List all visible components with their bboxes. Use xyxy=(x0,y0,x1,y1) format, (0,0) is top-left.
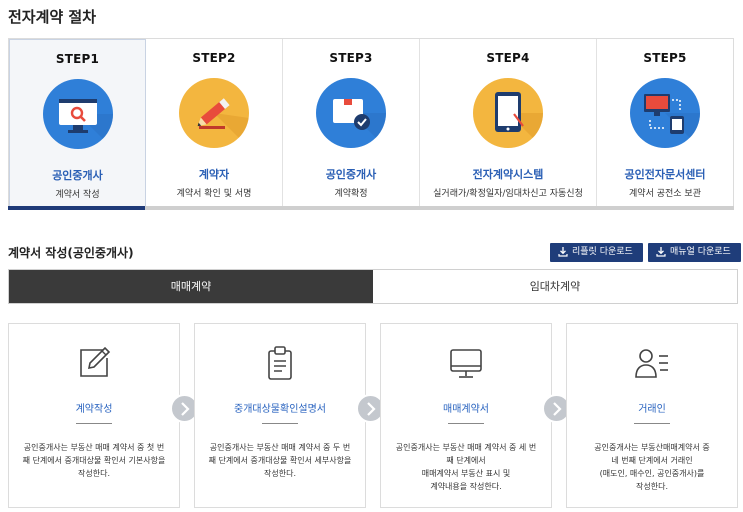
step-4[interactable]: STEP4 전자계약시스템 실거래가/확정일자/임대차신고 자동신청 xyxy=(420,39,597,210)
chevron-right-icon xyxy=(367,402,376,416)
step-number: STEP5 xyxy=(643,51,687,65)
card-desc-line: 째 단계에서 xyxy=(446,456,486,465)
document-check-icon xyxy=(316,78,386,148)
card-desc: 공인중개사는 부동산 매매 계약서 중 두 번 째 단계에서 중개대상물 확인서… xyxy=(202,441,358,480)
step-role: 전자계약시스템 xyxy=(472,168,544,181)
card-property-explanation: 중개대상물확인설명서 공인중개사는 부동산 매매 계약서 중 두 번 째 단계에… xyxy=(194,323,366,508)
monitor-search-icon xyxy=(42,79,113,149)
step-desc: 계약확정 xyxy=(334,189,368,199)
chevron-right-icon xyxy=(553,402,562,416)
page-title: 전자계약 절차 xyxy=(8,8,97,26)
card-desc-line: 째 단계에서 중개대상물 확인서 기본사항을 xyxy=(22,456,166,465)
step-process: STEP1 공인중개사 계약서 작성 STEP2 계약자 계약서 확인 및 서명… xyxy=(8,38,734,210)
pencil-sign-icon xyxy=(179,78,249,148)
card-desc-line: 공인중개사는 부동산 매매 계약서 중 세 번 xyxy=(395,443,537,452)
card-desc-line: 네 번째 단계에서 거래인 xyxy=(611,456,693,465)
leaflet-download-label: 리플릿 다운로드 xyxy=(572,247,633,257)
card-desc-line: 째 단계에서 중개대상물 확인서 세부사항을 xyxy=(208,456,352,465)
card-divider xyxy=(448,423,484,424)
manual-download-button[interactable]: 매뉴얼 다운로드 xyxy=(648,243,741,262)
tab-sale-contract[interactable]: 매매계약 xyxy=(9,270,373,303)
card-parties: 거래인 공인중개사는 부동산매매계약서 중 네 번째 단계에서 거래인 (매도인… xyxy=(566,323,738,508)
card-desc-line: 계약내용을 작성한다. xyxy=(430,482,502,491)
card-title: 거래인 xyxy=(638,404,666,415)
card-divider xyxy=(262,423,298,424)
card-contract-writing: 계약작성 공인중개사는 부동산 매매 계약서 중 첫 번 째 단계에서 중개대상… xyxy=(8,323,180,508)
step-3[interactable]: STEP3 공인중개사 계약확정 xyxy=(283,39,420,210)
card-desc-line: 작성한다. xyxy=(636,482,668,491)
card-desc-line: (매도인, 매수인, 공인중개사)를 xyxy=(599,469,705,478)
download-icon xyxy=(656,247,666,257)
card-desc: 공인중개사는 부동산 매매 계약서 중 세 번 째 단계에서 매매계약서 부동산… xyxy=(388,441,544,493)
chevron-right-icon xyxy=(181,402,190,416)
download-icon xyxy=(558,247,568,257)
step-desc: 계약서 확인 및 서명 xyxy=(176,189,252,199)
step-number: STEP2 xyxy=(192,51,236,65)
step-role: 공인전자문서센터 xyxy=(624,168,706,181)
card-desc-line: 공인중개사는 부동산 매매 계약서 중 첫 번 xyxy=(23,443,165,452)
desktop-icon xyxy=(447,344,485,382)
step-role: 공인중개사 xyxy=(52,169,103,182)
card-desc: 공인중개사는 부동산매매계약서 중 네 번째 단계에서 거래인 (매도인, 매수… xyxy=(574,441,730,493)
step-2[interactable]: STEP2 계약자 계약서 확인 및 서명 xyxy=(146,39,283,210)
card-divider xyxy=(634,423,670,424)
step-number: STEP4 xyxy=(486,51,530,65)
card-desc: 공인중개사는 부동산 매매 계약서 중 첫 번 째 단계에서 중개대상물 확인서… xyxy=(16,441,172,480)
devices-sync-icon xyxy=(630,78,700,148)
step-desc: 계약서 작성 xyxy=(55,190,100,200)
card-title: 매매계약서 xyxy=(443,404,489,415)
manual-download-label: 매뉴얼 다운로드 xyxy=(670,247,731,257)
card-desc-line: 공인중개사는 부동산 매매 계약서 중 두 번 xyxy=(209,443,351,452)
leaflet-download-button[interactable]: 리플릿 다운로드 xyxy=(550,243,643,262)
step-number: STEP3 xyxy=(329,51,373,65)
step-desc: 실거래가/확정일자/임대차신고 자동신청 xyxy=(433,189,583,199)
step-progress-active xyxy=(8,206,145,210)
card-title: 중개대상물확인설명서 xyxy=(234,404,326,415)
tablet-icon xyxy=(473,78,543,148)
step-5[interactable]: STEP5 공인전자문서센터 계약서 공전소 보관 xyxy=(597,39,733,210)
contract-type-tabs: 매매계약 임대차계약 xyxy=(8,269,738,304)
card-desc-line: 매매계약서 부동산 표시 및 xyxy=(421,469,511,478)
card-desc-line: 작성한다. xyxy=(264,469,296,478)
tab-lease-contract[interactable]: 임대차계약 xyxy=(373,270,737,303)
step-desc: 계약서 공전소 보관 xyxy=(629,189,701,199)
step-1[interactable]: STEP1 공인중개사 계약서 작성 xyxy=(9,39,146,210)
edit-icon xyxy=(75,344,113,382)
person-list-icon xyxy=(633,344,671,382)
card-desc-line: 작성한다. xyxy=(78,469,110,478)
step-role: 공인중개사 xyxy=(325,168,377,181)
section-title: 계약서 작성(공인중개사) xyxy=(8,246,134,260)
card-desc-line: 공인중개사는 부동산매매계약서 중 xyxy=(594,443,710,452)
card-sale-contract: 매매계약서 공인중개사는 부동산 매매 계약서 중 세 번 째 단계에서 매매계… xyxy=(380,323,552,508)
step-progress-bar xyxy=(8,206,734,210)
step-number: STEP1 xyxy=(55,52,100,66)
card-title: 계약작성 xyxy=(75,404,113,415)
card-divider xyxy=(76,423,112,424)
clipboard-icon xyxy=(261,344,299,382)
step-role: 계약자 xyxy=(198,168,230,181)
